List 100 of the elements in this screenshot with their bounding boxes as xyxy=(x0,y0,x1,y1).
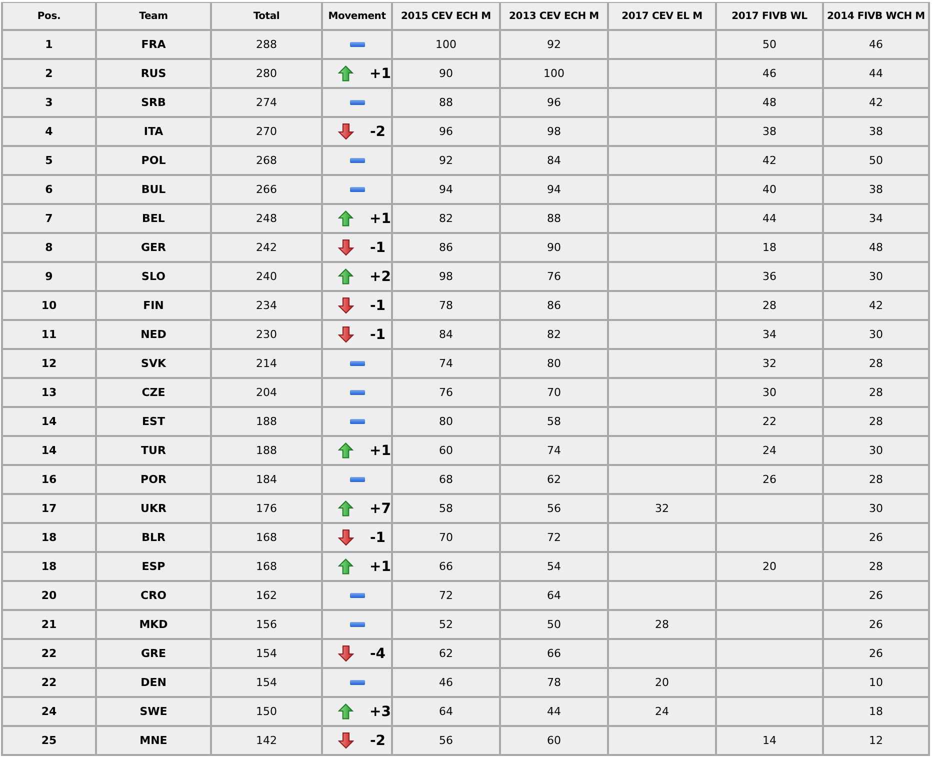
rank-change: +1 xyxy=(370,558,391,574)
table-cell: 66 xyxy=(392,552,500,581)
table-cell: 98 xyxy=(392,262,500,291)
table-cell: 92 xyxy=(500,30,608,59)
table-cell: 78 xyxy=(500,668,608,697)
table-cell: 20 xyxy=(716,552,823,581)
table-cell: BEL xyxy=(96,204,211,233)
table-cell: 34 xyxy=(823,204,929,233)
column-header[interactable]: 2015 CEV ECH M xyxy=(392,2,500,30)
table-cell: 18 xyxy=(823,697,929,726)
rank-change: -1 xyxy=(370,326,386,342)
table-cell: 22 xyxy=(716,407,823,436)
table-cell: 150 xyxy=(211,697,322,726)
table-cell: 270 xyxy=(211,117,322,146)
column-header[interactable]: Pos. xyxy=(2,2,96,30)
column-header[interactable]: 2013 CEV ECH M xyxy=(500,2,608,30)
table-cell: 30 xyxy=(823,262,929,291)
table-cell: 28 xyxy=(608,610,716,639)
rank-change: +2 xyxy=(370,268,391,284)
table-cell: 156 xyxy=(211,610,322,639)
table-cell: 230 xyxy=(211,320,322,349)
table-cell: 70 xyxy=(392,523,500,552)
table-cell: 5 xyxy=(2,146,96,175)
table-cell: 62 xyxy=(392,639,500,668)
table-cell: 82 xyxy=(500,320,608,349)
table-cell: 240 xyxy=(211,262,322,291)
table-cell: 248 xyxy=(211,204,322,233)
table-cell: 62 xyxy=(500,465,608,494)
table-cell: 214 xyxy=(211,349,322,378)
table-cell: 54 xyxy=(500,552,608,581)
rank-change: -1 xyxy=(370,240,386,256)
table-cell: 268 xyxy=(211,146,322,175)
rank-change: -2 xyxy=(370,124,386,140)
rank-change: +3 xyxy=(370,704,391,720)
table-cell: 46 xyxy=(823,30,929,59)
table-cell: 36 xyxy=(716,262,823,291)
table-cell: 288 xyxy=(211,30,322,59)
column-header[interactable]: 2017 CEV EL M xyxy=(608,2,716,30)
table-cell: 6 xyxy=(2,175,96,204)
table-cell: 11 xyxy=(2,320,96,349)
table-cell: POL xyxy=(96,146,211,175)
column-header[interactable]: Total xyxy=(211,2,322,30)
table-cell: 8 xyxy=(2,233,96,262)
table-cell: 64 xyxy=(392,697,500,726)
table-cell: 86 xyxy=(392,233,500,262)
table-cell: 266 xyxy=(211,175,322,204)
table-cell: 3 xyxy=(2,88,96,117)
table-cell: 7 xyxy=(2,204,96,233)
table-cell: 18 xyxy=(716,233,823,262)
table-cell: 188 xyxy=(211,436,322,465)
table-cell: 24 xyxy=(608,697,716,726)
table-cell: CRO xyxy=(96,581,211,610)
table-cell: 38 xyxy=(823,175,929,204)
table-cell: 242 xyxy=(211,233,322,262)
table-cell: 94 xyxy=(500,175,608,204)
table-cell: 52 xyxy=(392,610,500,639)
table-cell: 42 xyxy=(823,291,929,320)
table-cell: 38 xyxy=(716,117,823,146)
column-header[interactable]: Movement xyxy=(322,2,392,30)
table-cell: 142 xyxy=(211,726,322,755)
column-header[interactable]: 2017 FIVB WL xyxy=(716,2,823,30)
column-header[interactable]: 2014 FIVB WCH M xyxy=(823,2,929,30)
table-cell: NED xyxy=(96,320,211,349)
table-cell: 24 xyxy=(716,436,823,465)
table-cell: 18 xyxy=(2,552,96,581)
table-cell: 28 xyxy=(823,349,929,378)
rank-change: -2 xyxy=(370,732,386,748)
table-cell: 168 xyxy=(211,523,322,552)
table-cell: 14 xyxy=(2,436,96,465)
table-cell: 96 xyxy=(500,88,608,117)
table-cell: 44 xyxy=(500,697,608,726)
table-cell: 92 xyxy=(392,146,500,175)
table-cell: 94 xyxy=(392,175,500,204)
table-cell: TUR xyxy=(96,436,211,465)
table-cell: 86 xyxy=(500,291,608,320)
table-cell: RUS xyxy=(96,59,211,88)
table-cell: 76 xyxy=(500,262,608,291)
table-cell: GRE xyxy=(96,639,211,668)
table-cell: SWE xyxy=(96,697,211,726)
table-cell: 74 xyxy=(392,349,500,378)
table-cell: 26 xyxy=(823,639,929,668)
table-cell: 68 xyxy=(392,465,500,494)
table-cell: 176 xyxy=(211,494,322,523)
table-cell: 20 xyxy=(608,668,716,697)
table-cell: 44 xyxy=(716,204,823,233)
table-cell: 12 xyxy=(823,726,929,755)
table-cell: 76 xyxy=(392,378,500,407)
column-header[interactable]: Team xyxy=(96,2,211,30)
table-cell: 22 xyxy=(2,668,96,697)
table-cell: 64 xyxy=(500,581,608,610)
table-cell: 96 xyxy=(392,117,500,146)
table-cell: 34 xyxy=(716,320,823,349)
table-cell: 46 xyxy=(716,59,823,88)
table-cell: 25 xyxy=(2,726,96,755)
table-cell: POR xyxy=(96,465,211,494)
table-cell: 98 xyxy=(500,117,608,146)
table-cell: SLO xyxy=(96,262,211,291)
table-cell: 88 xyxy=(392,88,500,117)
table-cell: 72 xyxy=(500,523,608,552)
table-cell: UKR xyxy=(96,494,211,523)
